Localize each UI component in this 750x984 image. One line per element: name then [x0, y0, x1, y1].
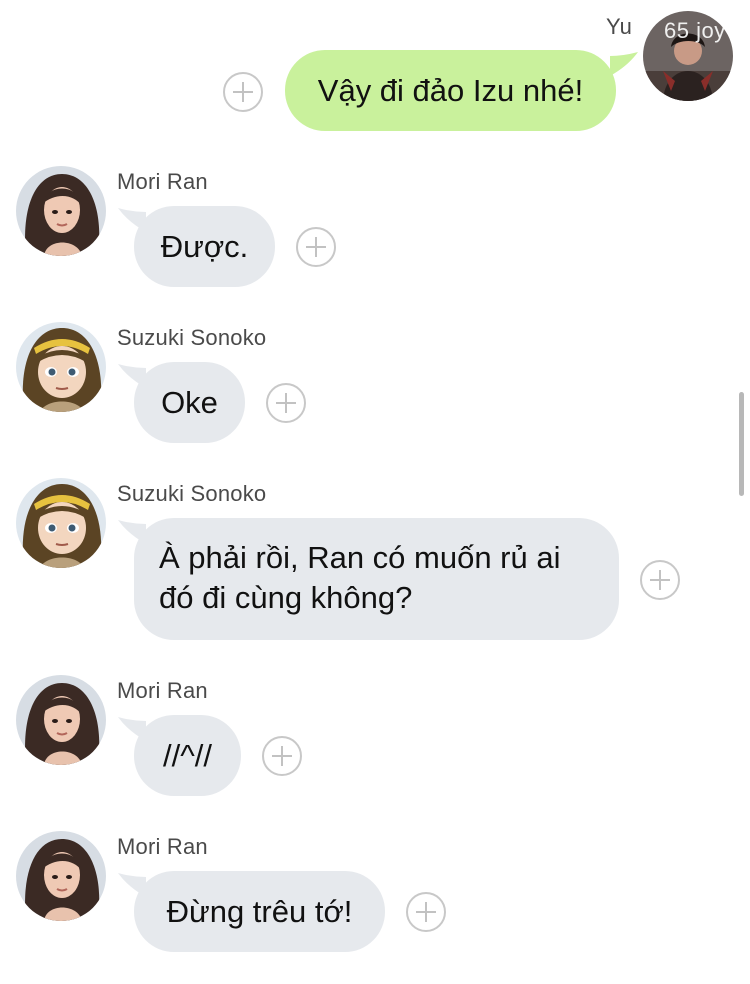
message-text: Đừng trêu tớ! [166, 894, 353, 929]
sender-name: Suzuki Sonoko [117, 325, 267, 350]
message-text-line: À phải rồi, Ran có muốn rủ ai [159, 540, 561, 575]
sender-name: Mori Ran [117, 169, 208, 194]
sender-name: Mori Ran [117, 678, 208, 703]
sender-name: Mori Ran [117, 834, 208, 859]
message-bubble[interactable]: Oke [134, 362, 245, 443]
message-text: Oke [161, 385, 218, 420]
message-bubble[interactable]: Đừng trêu tớ! [134, 871, 385, 952]
avatar-suzuki-sonoko[interactable] [16, 478, 106, 568]
sender-name: Yu [606, 14, 633, 39]
add-reaction-plus-icon[interactable] [262, 736, 302, 776]
avatar-mori-ran[interactable] [16, 166, 106, 256]
message-bubble[interactable]: Vậy đi đảo Izu nhé! [285, 50, 616, 131]
sender-name: Suzuki Sonoko [117, 481, 267, 506]
bubble-tail [610, 52, 638, 76]
add-reaction-plus-icon[interactable] [266, 383, 306, 423]
scrollbar[interactable] [739, 392, 744, 496]
message-bubble[interactable]: //^// [134, 715, 241, 796]
message-text: //^// [163, 738, 212, 773]
avatar-mori-ran[interactable] [16, 675, 106, 765]
avatar-mori-ran[interactable] [16, 831, 106, 921]
message-bubble[interactable]: Được. [134, 206, 275, 287]
message-text: Được. [160, 229, 249, 264]
message-bubble[interactable]: À phải rồi, Ran có muốn rủ ai đó đi cùng… [134, 518, 619, 640]
add-reaction-plus-icon[interactable] [640, 560, 680, 600]
message-text: Vậy đi đảo Izu nhé! [317, 73, 584, 108]
message-text-line: đó đi cùng không? [159, 580, 413, 615]
avatar-watermark: 65 joy [664, 18, 726, 43]
add-reaction-plus-icon[interactable] [406, 892, 446, 932]
avatar-suzuki-sonoko[interactable] [16, 322, 106, 412]
add-reaction-plus-icon[interactable] [296, 227, 336, 267]
add-reaction-plus-icon[interactable] [223, 72, 263, 112]
